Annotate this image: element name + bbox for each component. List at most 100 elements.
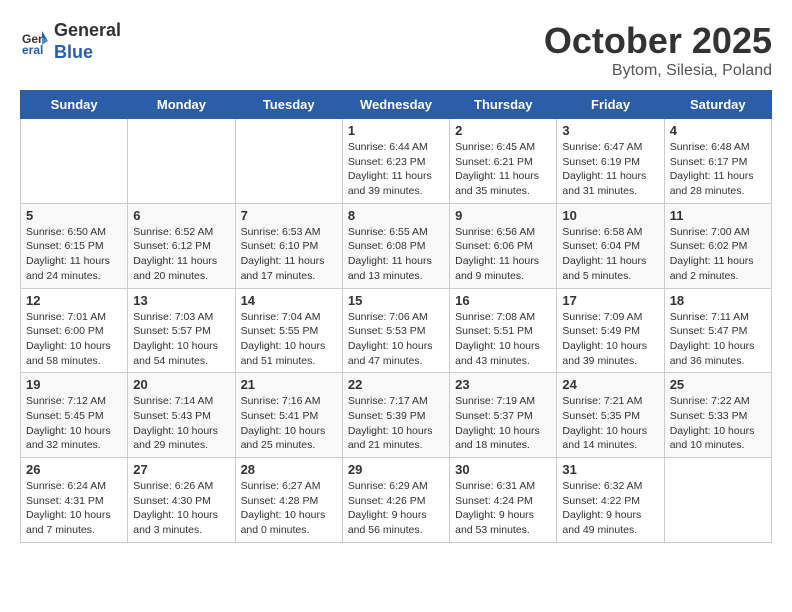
day-info: Sunrise: 6:50 AM Sunset: 6:15 PM Dayligh… [26,225,122,284]
title-block: October 2025 Bytom, Silesia, Poland [544,20,772,80]
day-number: 21 [241,377,337,392]
day-info: Sunrise: 7:08 AM Sunset: 5:51 PM Dayligh… [455,310,551,369]
calendar-cell: 2 Sunrise: 6:45 AM Sunset: 6:21 PM Daylig… [450,119,557,204]
day-number: 24 [562,377,658,392]
location: Bytom, Silesia, Poland [544,62,772,80]
day-number: 28 [241,462,337,477]
day-number: 30 [455,462,551,477]
calendar-cell [664,458,771,543]
logo-general: General [54,20,121,42]
calendar: SundayMondayTuesdayWednesdayThursdayFrid… [20,90,772,543]
calendar-body: 1 Sunrise: 6:44 AM Sunset: 6:23 PM Daylig… [21,119,772,543]
day-info: Sunrise: 6:58 AM Sunset: 6:04 PM Dayligh… [562,225,658,284]
week-row-4: 19Sunrise: 7:12 AM Sunset: 5:45 PM Dayli… [21,373,772,458]
weekday-header-saturday: Saturday [664,91,771,119]
weekday-header-thursday: Thursday [450,91,557,119]
week-row-3: 12Sunrise: 7:01 AM Sunset: 6:00 PM Dayli… [21,288,772,373]
day-info: Sunrise: 6:24 AM Sunset: 4:31 PM Dayligh… [26,479,122,538]
logo-blue: Blue [54,42,121,64]
calendar-cell: 20 Sunrise: 7:14 AM Sunset: 5:43 PM Dayli… [128,373,235,458]
day-number: 14 [241,293,337,308]
calendar-cell: 23 Sunrise: 7:19 AM Sunset: 5:37 PM Dayli… [450,373,557,458]
day-number: 26 [26,462,122,477]
day-number: 2 [455,123,551,138]
calendar-cell: 1 Sunrise: 6:44 AM Sunset: 6:23 PM Daylig… [342,119,449,204]
day-info: Sunrise: 6:32 AM Sunset: 4:22 PM Dayligh… [562,479,658,538]
day-info: Sunrise: 6:31 AM Sunset: 4:24 PM Dayligh… [455,479,551,538]
day-number: 10 [562,208,658,223]
calendar-cell: 3Sunrise: 6:47 AM Sunset: 6:19 PM Daylig… [557,119,664,204]
day-number: 9 [455,208,551,223]
day-number: 6 [133,208,229,223]
day-number: 18 [670,293,766,308]
day-info: Sunrise: 6:26 AM Sunset: 4:30 PM Dayligh… [133,479,229,538]
calendar-cell: 24Sunrise: 7:21 AM Sunset: 5:35 PM Dayli… [557,373,664,458]
month-title: October 2025 [544,20,772,62]
day-info: Sunrise: 7:01 AM Sunset: 6:00 PM Dayligh… [26,310,122,369]
day-info: Sunrise: 7:00 AM Sunset: 6:02 PM Dayligh… [670,225,766,284]
weekday-header-row: SundayMondayTuesdayWednesdayThursdayFrid… [21,91,772,119]
calendar-cell: 11Sunrise: 7:00 AM Sunset: 6:02 PM Dayli… [664,203,771,288]
calendar-cell: 22Sunrise: 7:17 AM Sunset: 5:39 PM Dayli… [342,373,449,458]
day-number: 15 [348,293,444,308]
calendar-cell: 14 Sunrise: 7:04 AM Sunset: 5:55 PM Dayli… [235,288,342,373]
calendar-cell: 5 Sunrise: 6:50 AM Sunset: 6:15 PM Daylig… [21,203,128,288]
calendar-cell: 4Sunrise: 6:48 AM Sunset: 6:17 PM Daylig… [664,119,771,204]
calendar-cell: 28 Sunrise: 6:27 AM Sunset: 4:28 PM Dayli… [235,458,342,543]
day-info: Sunrise: 6:53 AM Sunset: 6:10 PM Dayligh… [241,225,337,284]
calendar-cell: 15 Sunrise: 7:06 AM Sunset: 5:53 PM Dayli… [342,288,449,373]
day-info: Sunrise: 6:56 AM Sunset: 6:06 PM Dayligh… [455,225,551,284]
svg-text:eral: eral [22,43,43,57]
day-number: 7 [241,208,337,223]
calendar-cell: 21 Sunrise: 7:16 AM Sunset: 5:41 PM Dayli… [235,373,342,458]
day-info: Sunrise: 7:14 AM Sunset: 5:43 PM Dayligh… [133,394,229,453]
day-info: Sunrise: 6:52 AM Sunset: 6:12 PM Dayligh… [133,225,229,284]
day-number: 20 [133,377,229,392]
day-number: 3 [562,123,658,138]
weekday-header-sunday: Sunday [21,91,128,119]
day-number: 8 [348,208,444,223]
logo: Gen eral General Blue [20,20,121,63]
header: Gen eral General Blue October 2025 Bytom… [20,20,772,80]
weekday-header-friday: Friday [557,91,664,119]
calendar-cell: 6 Sunrise: 6:52 AM Sunset: 6:12 PM Daylig… [128,203,235,288]
day-number: 29 [348,462,444,477]
weekday-header-monday: Monday [128,91,235,119]
day-info: Sunrise: 6:27 AM Sunset: 4:28 PM Dayligh… [241,479,337,538]
calendar-cell: 26 Sunrise: 6:24 AM Sunset: 4:31 PM Dayli… [21,458,128,543]
day-info: Sunrise: 6:29 AM Sunset: 4:26 PM Dayligh… [348,479,444,538]
day-number: 13 [133,293,229,308]
calendar-cell: 12Sunrise: 7:01 AM Sunset: 6:00 PM Dayli… [21,288,128,373]
day-info: Sunrise: 6:45 AM Sunset: 6:21 PM Dayligh… [455,140,551,199]
day-number: 23 [455,377,551,392]
day-info: Sunrise: 7:11 AM Sunset: 5:47 PM Dayligh… [670,310,766,369]
day-info: Sunrise: 7:06 AM Sunset: 5:53 PM Dayligh… [348,310,444,369]
weekday-header-tuesday: Tuesday [235,91,342,119]
calendar-cell: 13 Sunrise: 7:03 AM Sunset: 5:57 PM Dayli… [128,288,235,373]
day-number: 25 [670,377,766,392]
calendar-cell: 8 Sunrise: 6:55 AM Sunset: 6:08 PM Daylig… [342,203,449,288]
calendar-cell: 7 Sunrise: 6:53 AM Sunset: 6:10 PM Daylig… [235,203,342,288]
day-number: 1 [348,123,444,138]
logo-icon: Gen eral [20,27,50,57]
logo-text: General Blue [54,20,121,63]
day-info: Sunrise: 6:44 AM Sunset: 6:23 PM Dayligh… [348,140,444,199]
day-info: Sunrise: 7:09 AM Sunset: 5:49 PM Dayligh… [562,310,658,369]
day-info: Sunrise: 7:22 AM Sunset: 5:33 PM Dayligh… [670,394,766,453]
day-info: Sunrise: 7:04 AM Sunset: 5:55 PM Dayligh… [241,310,337,369]
day-info: Sunrise: 7:03 AM Sunset: 5:57 PM Dayligh… [133,310,229,369]
day-info: Sunrise: 7:12 AM Sunset: 5:45 PM Dayligh… [26,394,122,453]
day-info: Sunrise: 6:48 AM Sunset: 6:17 PM Dayligh… [670,140,766,199]
calendar-cell: 25 Sunrise: 7:22 AM Sunset: 5:33 PM Dayli… [664,373,771,458]
calendar-cell: 10 Sunrise: 6:58 AM Sunset: 6:04 PM Dayli… [557,203,664,288]
calendar-cell: 17Sunrise: 7:09 AM Sunset: 5:49 PM Dayli… [557,288,664,373]
week-row-2: 5 Sunrise: 6:50 AM Sunset: 6:15 PM Daylig… [21,203,772,288]
calendar-cell: 29 Sunrise: 6:29 AM Sunset: 4:26 PM Dayli… [342,458,449,543]
calendar-cell: 19Sunrise: 7:12 AM Sunset: 5:45 PM Dayli… [21,373,128,458]
day-info: Sunrise: 6:55 AM Sunset: 6:08 PM Dayligh… [348,225,444,284]
day-info: Sunrise: 7:19 AM Sunset: 5:37 PM Dayligh… [455,394,551,453]
calendar-cell [128,119,235,204]
day-number: 5 [26,208,122,223]
day-info: Sunrise: 7:16 AM Sunset: 5:41 PM Dayligh… [241,394,337,453]
day-number: 22 [348,377,444,392]
